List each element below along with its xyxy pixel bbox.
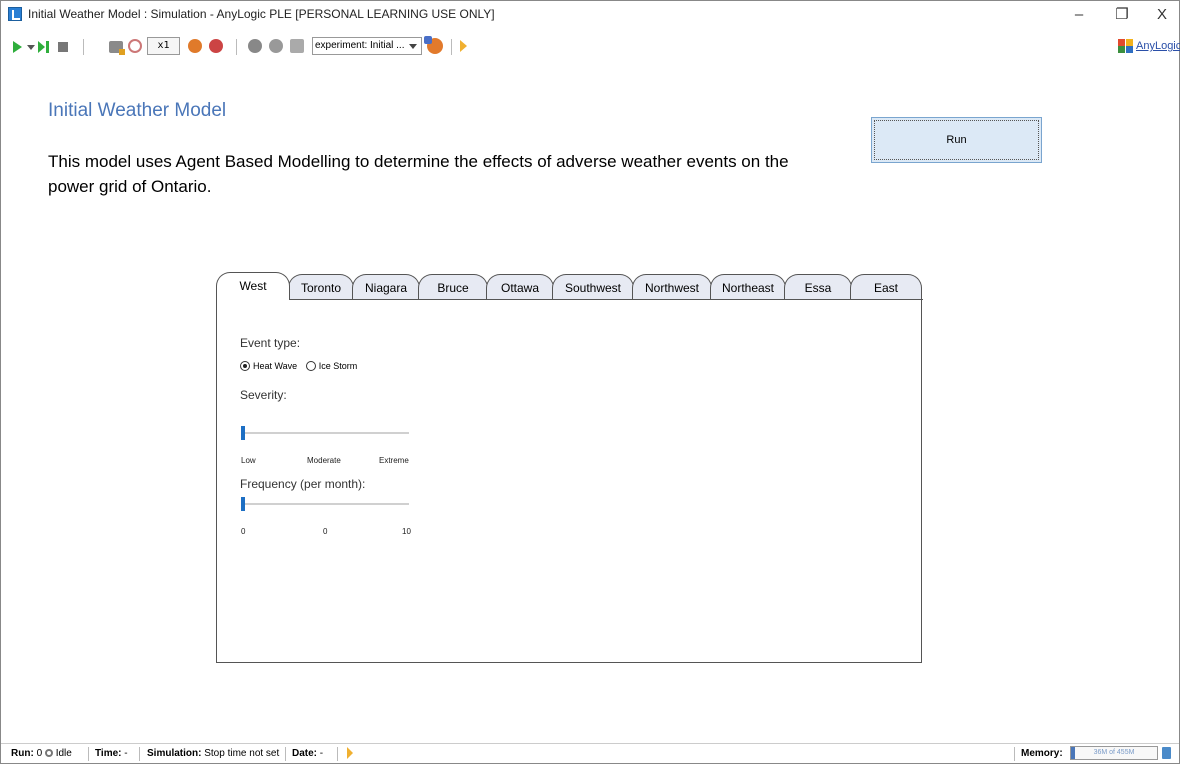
stop-icon[interactable] (58, 42, 68, 52)
time-icon[interactable] (128, 39, 142, 53)
slower-icon[interactable] (188, 39, 202, 53)
severity-tick-moderate: Moderate (307, 456, 341, 465)
memory-status: Memory: (1021, 748, 1063, 759)
anylogic-logo-icon (1118, 39, 1134, 53)
tab-bruce[interactable]: Bruce (418, 274, 488, 300)
heat-wave-label[interactable]: Heat Wave (253, 361, 297, 371)
date-label: Date: (292, 748, 318, 759)
model-description: This model uses Agent Based Modelling to… (48, 152, 789, 196)
time-label: Time: (95, 748, 122, 759)
minimize-button[interactable]: – (1059, 3, 1099, 27)
tab-northeast[interactable]: Northeast (710, 274, 786, 300)
app-window: Initial Weather Model : Simulation - Any… (0, 0, 1180, 764)
memory-value: 36M of 455M (1093, 749, 1135, 756)
chevron-down-icon (409, 44, 417, 49)
date-value: - (319, 748, 324, 759)
event-type-radio-group: Heat Wave Ice Storm (240, 360, 363, 371)
severity-label: Severity: (240, 388, 287, 402)
anylogic-app-icon (8, 7, 22, 21)
severity-slider[interactable] (241, 426, 409, 440)
experiment-icon[interactable] (424, 36, 443, 54)
experiment-select[interactable]: experiment: Initial ... (312, 37, 422, 55)
view-icon[interactable] (269, 39, 283, 53)
status-separator (285, 747, 286, 761)
tab-panel-content: Event type: Heat Wave Ice Storm Severity… (217, 299, 921, 662)
severity-slider-thumb[interactable] (241, 426, 245, 440)
status-separator (139, 747, 140, 761)
dropdown-icon[interactable] (27, 45, 35, 50)
presentation-area: Initial Weather Model This model uses Ag… (1, 59, 1179, 735)
folder-icon[interactable] (290, 39, 304, 53)
frequency-tick-value: 0 (323, 527, 328, 536)
memory-label: Memory: (1021, 748, 1063, 759)
ice-storm-label[interactable]: Ice Storm (319, 361, 358, 371)
heat-wave-radio[interactable] (240, 360, 250, 371)
maximize-button[interactable]: ❐ (1102, 3, 1142, 27)
page-title: Initial Weather Model (48, 100, 227, 121)
simulation-status: Simulation: Stop time not set (147, 748, 279, 759)
status-separator (88, 747, 89, 761)
step-icon[interactable] (38, 41, 50, 53)
memory-bar-fill (1071, 747, 1075, 759)
simulation-label: Simulation: (147, 748, 202, 759)
date-status: Date: - (292, 748, 323, 759)
toolbar-separator (83, 39, 84, 55)
frequency-slider-track[interactable] (241, 503, 409, 505)
severity-tick-extreme: Extreme (379, 456, 409, 465)
run-status: Run: 0 Idle (11, 748, 72, 759)
run-value: 0 (36, 748, 43, 759)
play-icon[interactable] (13, 41, 22, 53)
toolbar-separator (236, 39, 237, 55)
severity-tick-low: Low (241, 456, 256, 465)
tab-southwest[interactable]: Southwest (552, 274, 634, 300)
time-value: - (124, 748, 128, 759)
toolbar: x1 experiment: Initial ... AnyLogic (1, 33, 1180, 59)
garbage-collect-icon[interactable] (1162, 747, 1171, 759)
run-arrow-icon[interactable] (347, 747, 353, 759)
frequency-slider[interactable] (241, 497, 409, 511)
title-bar: Initial Weather Model : Simulation - Any… (1, 1, 1179, 31)
frequency-tick-max: 10 (402, 527, 411, 536)
time-status: Time: - (95, 748, 128, 759)
experiment-select-value: experiment: Initial ... (315, 40, 405, 51)
tab-ottawa[interactable]: Ottawa (486, 274, 554, 300)
speed-display[interactable]: x1 (147, 37, 180, 55)
run-button[interactable]: Run (871, 117, 1042, 163)
faster-icon[interactable] (209, 39, 223, 53)
tab-panel-west: Event type: Heat Wave Ice Storm Severity… (216, 299, 923, 663)
run-arrow-icon[interactable] (460, 40, 467, 52)
idle-state-icon (44, 749, 53, 758)
event-type-label: Event type: (240, 336, 301, 350)
region-tabs: West Toronto Niagara Bruce Ottawa Southw… (216, 271, 926, 301)
frequency-slider-thumb[interactable] (241, 497, 245, 511)
close-button[interactable]: X (1142, 3, 1180, 27)
run-label: Run: (11, 748, 34, 759)
simulation-value: Stop time not set (204, 748, 280, 759)
tab-essa[interactable]: Essa (784, 274, 852, 300)
frequency-label: Frequency (per month): (240, 477, 366, 491)
run-state: Idle (55, 748, 72, 759)
camera-icon[interactable] (248, 39, 262, 53)
anylogic-brand-text[interactable]: AnyLogic (1136, 40, 1180, 52)
ice-storm-radio[interactable] (305, 360, 316, 371)
status-separator (337, 747, 338, 761)
model-icon[interactable] (109, 41, 125, 55)
status-separator (1014, 747, 1015, 761)
tab-west[interactable]: West (216, 272, 290, 300)
toolbar-separator (451, 39, 452, 55)
tab-east[interactable]: East (850, 274, 922, 300)
frequency-tick-min: 0 (241, 527, 246, 536)
severity-slider-track[interactable] (241, 432, 409, 434)
memory-bar: 36M of 455M (1070, 746, 1158, 760)
tab-toronto[interactable]: Toronto (288, 274, 354, 300)
tab-northwest[interactable]: Northwest (632, 274, 712, 300)
tab-niagara[interactable]: Niagara (352, 274, 420, 300)
status-bar: Run: 0 Idle Time: - Simulation: Stop tim… (1, 743, 1179, 763)
window-title: Initial Weather Model : Simulation - Any… (28, 7, 495, 21)
